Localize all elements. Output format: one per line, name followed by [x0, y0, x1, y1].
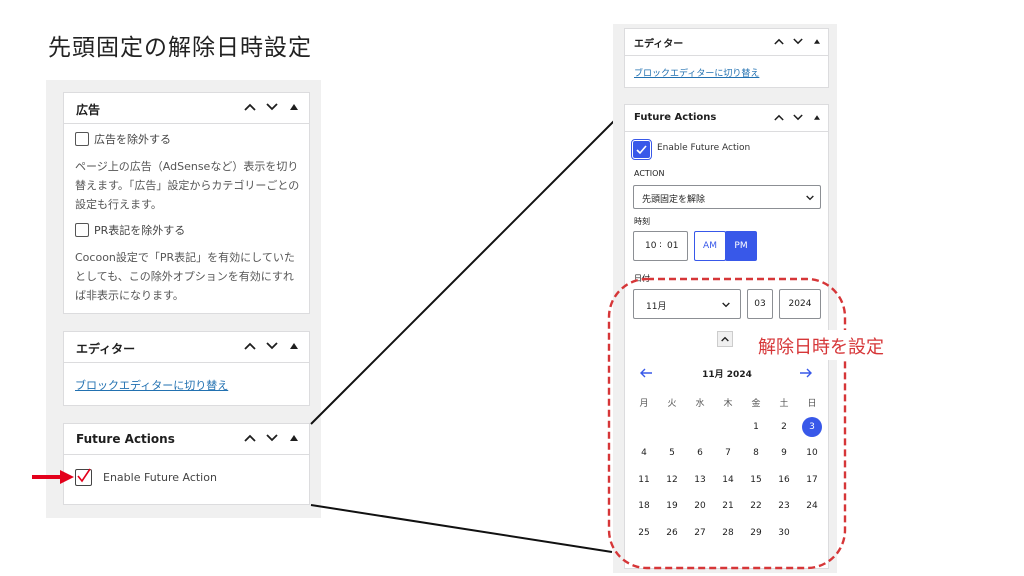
move-down-icon[interactable] [791, 34, 805, 48]
callout-label: 解除日時を設定 [758, 337, 884, 358]
move-up-icon[interactable] [772, 34, 786, 48]
collapse-triangle-icon[interactable] [810, 34, 824, 48]
editor-panel-title: エディター [634, 39, 684, 50]
editor-panel-header[interactable]: エディター [625, 29, 828, 56]
connector-lines [310, 107, 628, 553]
callout-dashed-outline [607, 277, 847, 570]
editor-panel-right: エディター ブロックエディターに切り替え [624, 28, 829, 88]
switch-block-editor-link[interactable]: ブロックエディターに切り替え [634, 66, 759, 79]
